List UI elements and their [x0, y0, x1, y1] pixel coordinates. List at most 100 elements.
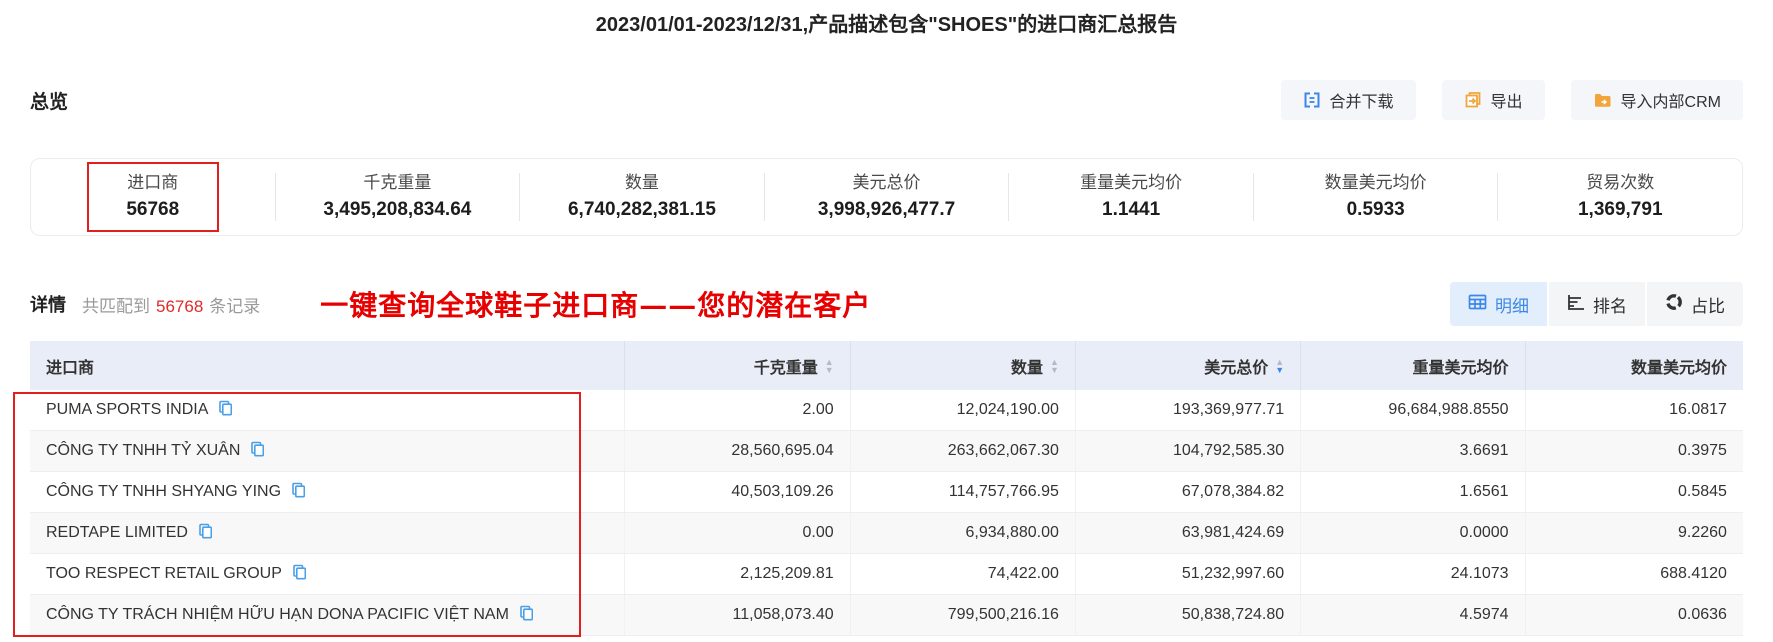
stat-value: 6,740,282,381.15 — [567, 199, 716, 220]
value-cell: 67,078,384.82 — [1074, 472, 1300, 512]
value-cell: 0.3975 — [1524, 431, 1743, 471]
overview-heading: 总览 — [30, 91, 69, 113]
table-row: CÔNG TY TNHH SHYANG YING 40,503,109.26 114… — [30, 472, 1743, 513]
importer-name[interactable]: PUMA SPORTS INDIA — [46, 401, 208, 419]
donut-chart-icon — [1665, 293, 1683, 316]
value-cell: 114,757,766.95 — [849, 472, 1075, 512]
export-label: 导出 — [1490, 94, 1523, 111]
value-cell: 63,981,424.69 — [1074, 513, 1300, 553]
value-cell: 40,503,109.26 — [624, 472, 849, 512]
table-icon — [1468, 294, 1487, 315]
match-count: 56768 — [156, 296, 204, 316]
match-summary: 共匹配到 56768 条记录 — [82, 292, 260, 317]
importer-cell: PUMA SPORTS INDIA — [30, 390, 624, 430]
value-cell: 0.5845 — [1524, 472, 1743, 512]
copy-icon[interactable] — [217, 400, 233, 421]
table-row: CÔNG TY TNHH TỶ XUÂN 28,560,695.04 263,662… — [30, 431, 1743, 472]
stat-label: 进口商 — [127, 173, 179, 192]
detail-heading: 详情 — [30, 295, 66, 315]
report-page: 2023/01/01-2023/12/31,产品描述包含"SHOES"的进口商汇… — [0, 10, 1773, 637]
importer-cell: CÔNG TY TNHH TỶ XUÂN — [30, 431, 624, 471]
summary-stats-card: 进口商 56768 千克重量 3,495,208,834.64 数量 6,740… — [30, 158, 1743, 236]
export-button[interactable]: 导出 — [1441, 80, 1545, 120]
detail-bar: 详情 共匹配到 56768条记录 一键查询全球鞋子进口商——您的潜在客户 明细 — [30, 282, 1743, 326]
column-header-usd-per-qty: 数量美元均价 — [1524, 341, 1743, 390]
stat-usd-per-weight: 重量美元均价 1.1441 — [1008, 173, 1253, 221]
table-body: PUMA SPORTS INDIA 2.00 12,024,190.00 193,36… — [30, 390, 1743, 636]
stat-label: 美元总价 — [852, 173, 921, 192]
tab-detail-view[interactable]: 明细 — [1450, 282, 1547, 326]
table-row: REDTAPE LIMITED 0.00 6,934,880.00 63,981,42… — [30, 513, 1743, 554]
sort-carets[interactable]: ▲ ▼ — [824, 357, 834, 375]
value-cell: 104,792,585.30 — [1074, 431, 1300, 471]
stat-value: 3,495,208,834.64 — [323, 199, 472, 220]
tab-label: 排名 — [1593, 296, 1627, 316]
value-cell: 51,232,997.60 — [1074, 554, 1300, 594]
column-header-usd-total[interactable]: 美元总价 ▲ ▼ — [1074, 341, 1300, 390]
tab-label: 占比 — [1691, 296, 1725, 316]
action-buttons: 合并下载 导出 导入内部CRM — [1280, 80, 1743, 120]
importer-cell: REDTAPE LIMITED — [30, 513, 624, 553]
value-cell: 3.6691 — [1300, 431, 1524, 471]
importer-cell: CÔNG TY TRÁCH NHIỆM HỮU HẠN DONA PACIFIC… — [30, 595, 624, 635]
value-cell: 688.4120 — [1524, 554, 1743, 594]
column-header-quantity[interactable]: 数量 ▲ ▼ — [849, 341, 1075, 390]
page-title: 2023/01/01-2023/12/31,产品描述包含"SHOES"的进口商汇… — [595, 14, 1178, 36]
stat-label: 千克重量 — [363, 173, 432, 192]
tab-ranking-view[interactable]: 排名 — [1549, 282, 1645, 326]
stat-importers: 进口商 56768 — [31, 162, 275, 232]
importer-name[interactable]: CÔNG TY TNHH TỶ XUÂN — [46, 442, 240, 460]
copy-icon[interactable] — [290, 482, 306, 503]
importer-name[interactable]: TOO RESPECT RETAIL GROUP — [46, 565, 282, 583]
match-prefix: 共匹配到 — [82, 296, 150, 316]
import-crm-button[interactable]: 导入内部CRM — [1570, 80, 1743, 120]
copy-icon[interactable] — [197, 523, 213, 544]
value-cell: 6,934,880.00 — [849, 513, 1075, 553]
tab-share-view[interactable]: 占比 — [1647, 282, 1743, 326]
column-header-weight[interactable]: 千克重量 ▲ ▼ — [624, 341, 849, 390]
table-row: PUMA SPORTS INDIA 2.00 12,024,190.00 193,36… — [30, 390, 1743, 431]
stat-label: 贸易次数 — [1586, 173, 1655, 192]
value-cell: 16.0817 — [1524, 390, 1743, 430]
stat-value: 1,369,791 — [1577, 199, 1663, 220]
stat-value: 56768 — [126, 199, 180, 220]
stat-value: 1.1441 — [1102, 199, 1161, 220]
tab-label: 明细 — [1495, 296, 1529, 316]
overview-bar: 总览 合并下载 导出 导入内部CRM — [30, 80, 1743, 120]
stat-usd-per-qty: 数量美元均价 0.5933 — [1252, 173, 1498, 221]
copy-icon[interactable] — [291, 564, 307, 585]
value-cell: 74,422.00 — [849, 554, 1075, 594]
sort-desc-icon: ▼ — [824, 364, 834, 375]
value-cell: 0.0000 — [1300, 513, 1524, 553]
value-cell: 2,125,209.81 — [624, 554, 849, 594]
column-label: 数量 — [1010, 359, 1043, 377]
value-cell: 50,838,724.80 — [1074, 595, 1300, 635]
value-cell: 0.0636 — [1524, 595, 1743, 635]
stat-quantity: 数量 6,740,282,381.15 — [519, 173, 764, 221]
sort-desc-icon: ▼ — [1049, 364, 1059, 375]
value-cell: 11,058,073.40 — [624, 595, 849, 635]
sort-carets[interactable]: ▲ ▼ — [1275, 357, 1285, 375]
stat-label: 重量美元均价 — [1080, 173, 1183, 192]
value-cell: 799,500,216.16 — [849, 595, 1075, 635]
value-cell: 4.5974 — [1300, 595, 1524, 635]
match-suffix: 条记录 — [209, 296, 261, 316]
merge-download-button[interactable]: 合并下载 — [1280, 80, 1416, 120]
column-label: 美元总价 — [1204, 359, 1269, 377]
importers-table: 进口商 千克重量 ▲ ▼ 数量 ▲ ▼ 美元总价 ▲ ▼ 重量美元均价 数量美元均价 … — [13, 341, 1743, 637]
stat-value: 0.5933 — [1346, 199, 1405, 220]
copy-icon[interactable] — [249, 441, 265, 462]
stat-value: 3,998,926,477.7 — [817, 199, 956, 220]
column-header-usd-per-weight: 重量美元均价 — [1300, 341, 1524, 390]
column-label: 数量美元均价 — [1630, 359, 1727, 377]
import-crm-icon — [1593, 91, 1612, 109]
sort-desc-icon: ▼ — [1275, 364, 1285, 375]
annotation-red-text: 一键查询全球鞋子进口商——您的潜在客户 — [320, 289, 872, 322]
sort-carets[interactable]: ▲ ▼ — [1049, 357, 1059, 375]
importer-name[interactable]: CÔNG TY TRÁCH NHIỆM HỮU HẠN DONA PACIFIC… — [46, 606, 509, 624]
value-cell: 263,662,067.30 — [849, 431, 1075, 471]
importer-name[interactable]: REDTAPE LIMITED — [46, 524, 188, 542]
importer-name[interactable]: CÔNG TY TNHH SHYANG YING — [46, 483, 281, 501]
copy-icon[interactable] — [518, 605, 534, 626]
column-label: 重量美元均价 — [1412, 359, 1509, 377]
